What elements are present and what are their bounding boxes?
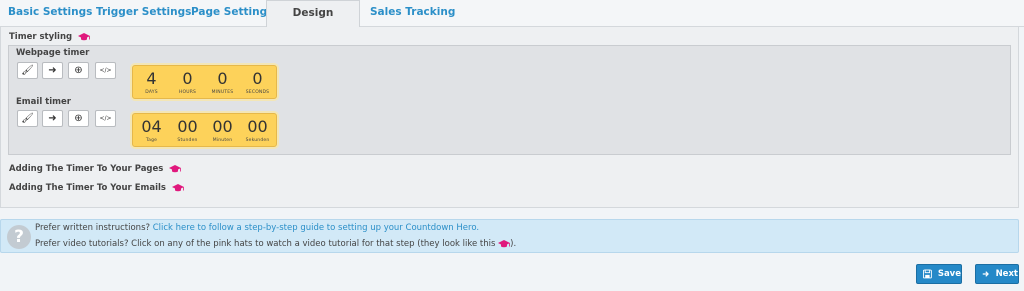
design-settings-panel: Timer styling Webpage timer 🖌 ➜ ⊕ </> 4D… [0,27,1019,208]
email-timer-preview: 04 Tage 00 Stunden 00 Minuten 00 Sekunden [132,113,277,147]
email-style-button[interactable]: 🖌 [17,110,38,127]
email-timer-heading: Email timer [16,97,71,107]
tab-sales-tracking[interactable]: Sales Tracking [370,0,455,27]
save-button[interactable]: Save [916,264,962,284]
timer-cell-tage: 04 Tage [141,117,162,143]
adding-timer-emails-label: Adding The Timer To Your Emails [9,183,166,193]
email-export-button[interactable]: ➜ [42,110,63,127]
webpage-export-button[interactable]: ➜ [42,62,63,79]
tab-basic-settings[interactable]: Basic Settings [8,0,92,27]
webpage-timer-heading: Webpage timer [16,48,90,58]
help-written-line: Prefer written instructions? Click here … [35,223,479,233]
webpage-timer-preview: 4 DAYS 0 HOURS 0 MINUTES 0 SECONDS [132,65,277,99]
timer-cell-days: 4 DAYS [145,69,158,95]
video-tutorial-hat-icon [498,239,511,247]
help-box: ? Prefer written instructions? Click her… [0,219,1019,253]
help-written-text: Prefer written instructions? [35,223,153,233]
export-icon: ➜ [48,113,57,124]
timer-cell-hours: 0 HOURS [178,69,197,95]
webpage-code-button[interactable]: </> [95,62,116,79]
help-video-suffix: ). [510,239,517,249]
timer-cell-seconds: 0 SECONDS [245,69,270,95]
brush-icon: 🖌 [21,65,34,76]
timer-styling-box: Webpage timer 🖌 ➜ ⊕ </> 4 DAYS 0 HOURS 0 MI… [8,45,1011,155]
step-by-step-guide-link[interactable]: Click here to follow a step-by-step guid… [153,223,479,233]
video-tutorial-hat-icon[interactable] [78,32,91,41]
adding-timer-pages-heading: Adding The Timer To Your Pages [9,164,182,174]
question-icon: ? [7,225,31,249]
timer-styling-label: Timer styling [9,32,73,42]
next-label: Next [995,269,1018,279]
timer-cell-minuten: 00 Minuten [212,117,233,143]
next-button[interactable]: Next [975,264,1019,284]
brush-icon: 🖌 [21,113,34,124]
timer-cell-sekunden: 00 Sekunden [245,117,270,143]
zoom-icon: ⊕ [74,65,83,76]
export-icon: ➜ [48,65,57,76]
adding-timer-pages-label: Adding The Timer To Your Pages [9,164,164,174]
save-icon [923,269,932,279]
adding-timer-emails-heading: Adding The Timer To Your Emails [9,183,184,193]
help-video-line: Prefer video tutorials? Click on any of … [35,239,516,249]
email-zoom-button[interactable]: ⊕ [68,110,89,127]
timer-styling-heading: Timer styling [9,32,91,42]
email-code-button[interactable]: </> [95,110,116,127]
webpage-zoom-button[interactable]: ⊕ [68,62,89,79]
video-tutorial-hat-icon[interactable] [169,164,182,173]
help-video-text: Prefer video tutorials? Click on any of … [35,239,499,249]
video-tutorial-hat-icon[interactable] [171,183,184,192]
code-icon: </> [99,115,112,122]
code-icon: </> [99,67,112,74]
tab-trigger-settings[interactable]: Trigger Settings [96,0,191,27]
tab-page-settings[interactable]: Page Settings [191,0,273,27]
save-label: Save [937,269,961,279]
timer-cell-stunden: 00 Stunden [177,117,198,143]
timer-cell-minutes: 0 MINUTES [211,69,234,95]
tab-bar: Basic Settings Trigger Settings Page Set… [0,0,1024,44]
tab-design-settings[interactable]: Design Settings [266,0,360,44]
webpage-style-button[interactable]: 🖌 [17,62,38,79]
zoom-icon: ⊕ [74,113,83,124]
arrow-right-icon [982,271,989,277]
